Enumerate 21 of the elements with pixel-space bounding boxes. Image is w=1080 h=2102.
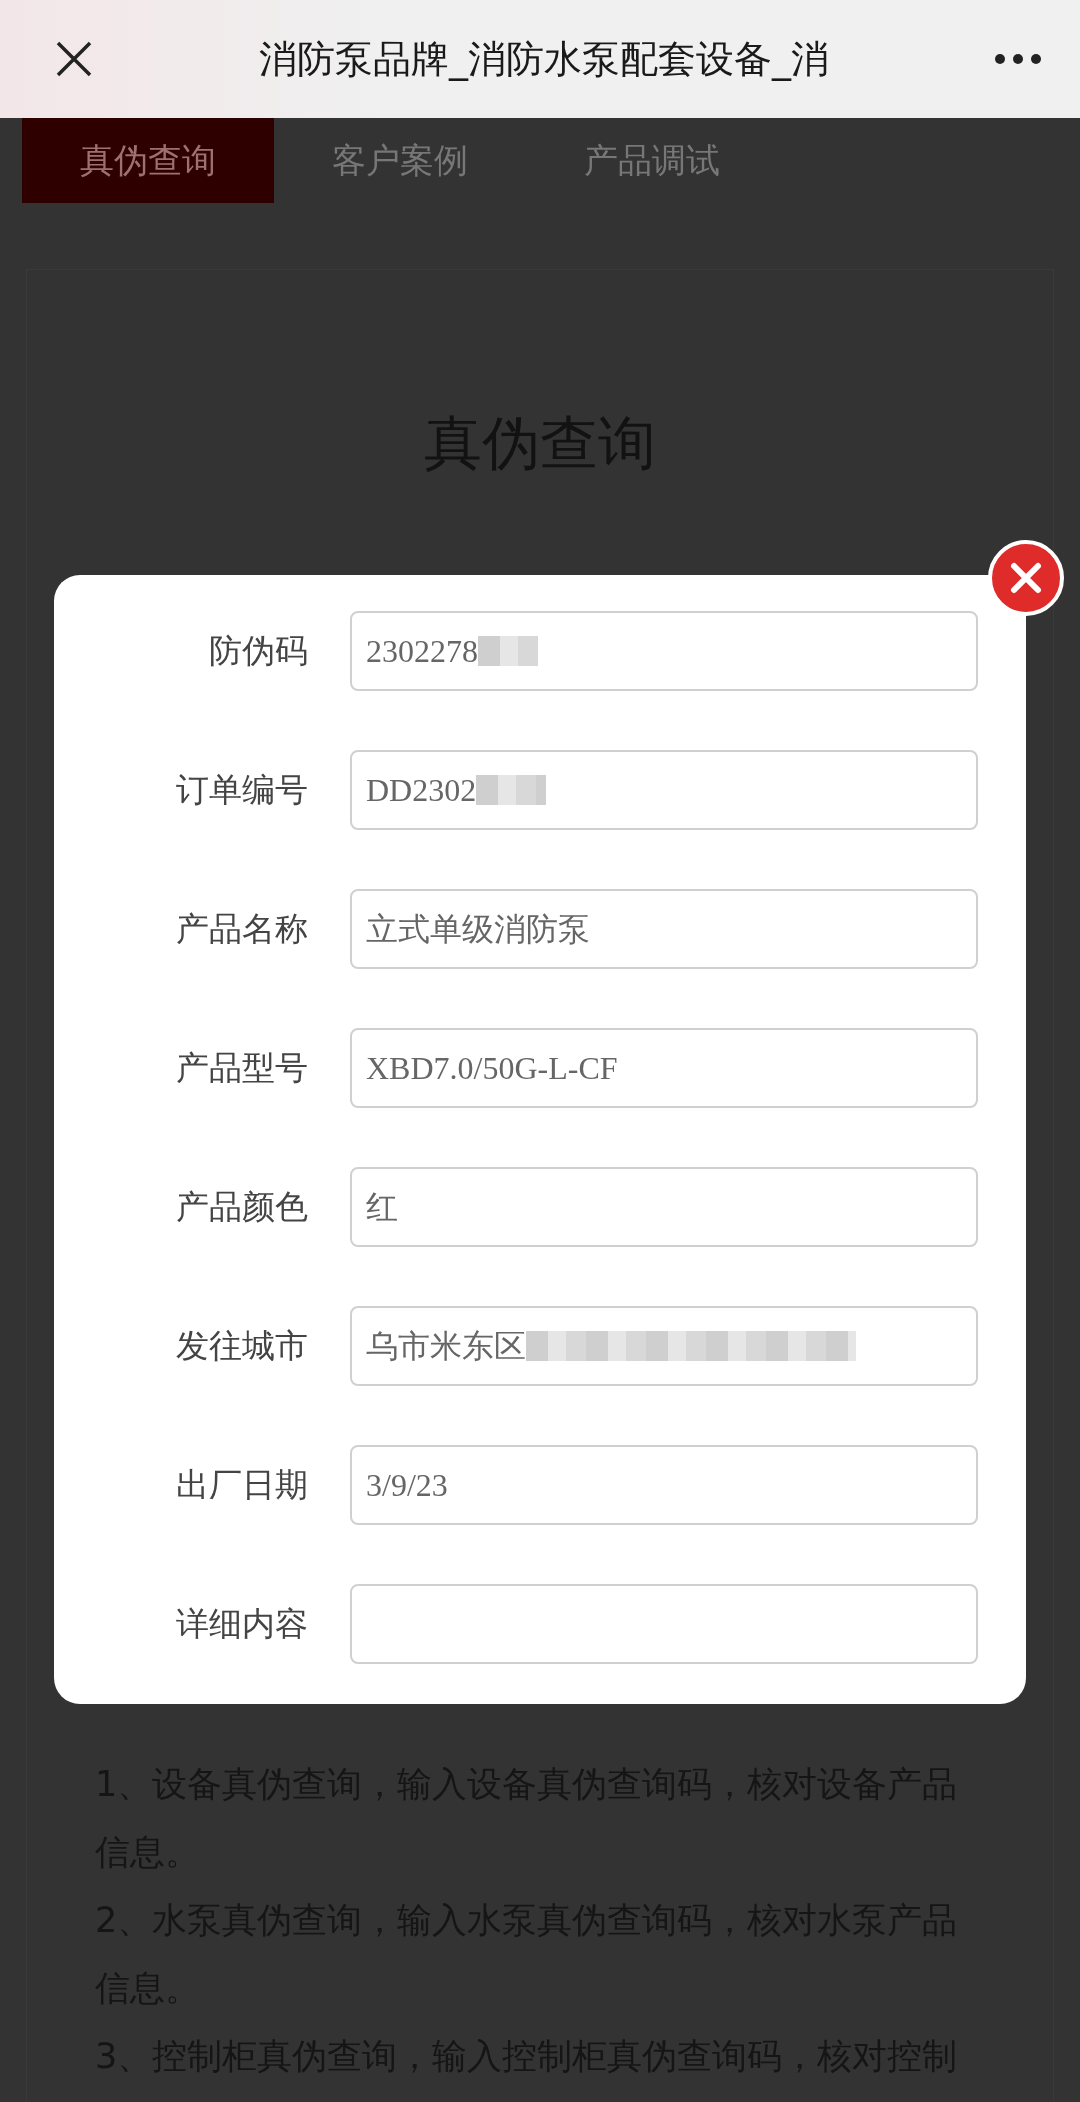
input-field[interactable]: XBD7.0/50G-L-CF <box>350 1028 978 1108</box>
more-icon[interactable] <box>994 53 1042 65</box>
field-label: 产品型号 <box>175 1047 308 1089</box>
input-field[interactable]: 2302278 <box>350 611 978 691</box>
page-title: 消防泵品牌_消防水泵配套设备_消 <box>258 35 830 83</box>
field-label: 产品颜色 <box>175 1186 308 1228</box>
close-icon <box>1009 561 1043 595</box>
input-field[interactable]: 乌市米东区 <box>350 1306 978 1386</box>
field-label: 出厂日期 <box>175 1464 308 1506</box>
input-field[interactable] <box>350 1584 978 1664</box>
field-label: 详细内容 <box>175 1603 308 1645</box>
input-field[interactable]: 3/9/23 <box>350 1445 978 1525</box>
field-label: 发往城市 <box>175 1325 308 1367</box>
field-label: 防伪码 <box>208 630 308 672</box>
field-label: 产品名称 <box>175 908 308 950</box>
input-field[interactable]: 红 <box>350 1167 978 1247</box>
close-icon[interactable] <box>54 39 94 79</box>
tab[interactable]: 真伪查询 <box>22 118 274 203</box>
field-label: 订单编号 <box>175 769 308 811</box>
input-field[interactable]: DD2302 <box>350 750 978 830</box>
input-field[interactable]: 立式单级消防泵 <box>350 889 978 969</box>
